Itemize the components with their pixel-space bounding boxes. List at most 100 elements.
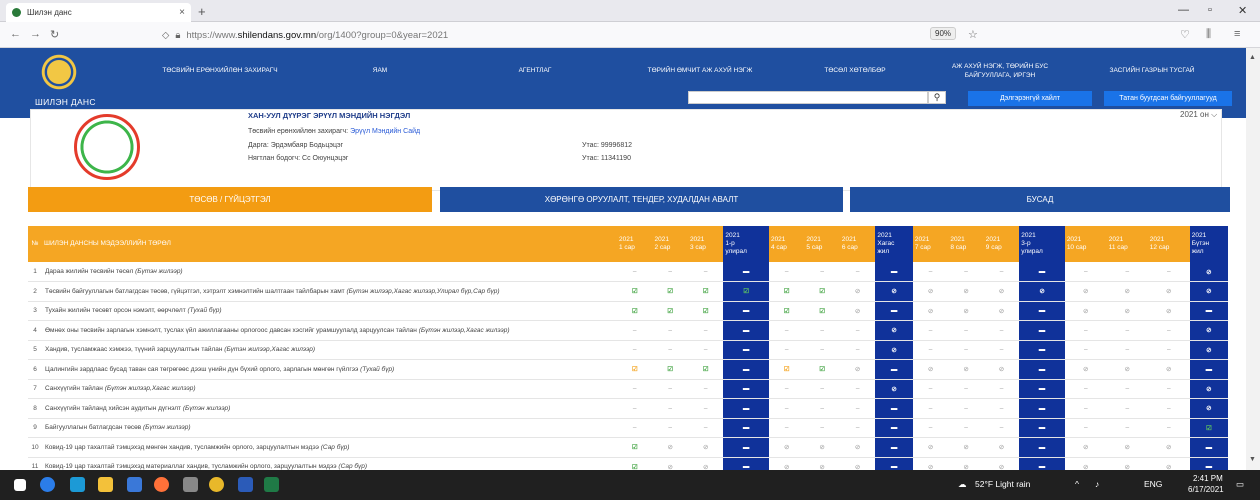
pending-icon[interactable]: ⊘	[963, 288, 968, 295]
status-cell[interactable]: –	[652, 379, 688, 399]
status-cell[interactable]: ⊘	[1064, 301, 1107, 321]
check-icon[interactable]: ☑	[819, 308, 825, 315]
tab-close-icon[interactable]: ×	[179, 7, 185, 18]
status-cell[interactable]: ▬	[875, 262, 913, 282]
status-cell[interactable]: –	[768, 379, 805, 399]
pending-icon[interactable]: ⊘	[855, 308, 860, 315]
dash-icon[interactable]: –	[820, 424, 824, 431]
status-cell[interactable]: ⊘	[875, 320, 913, 341]
status-cell[interactable]: –	[1064, 320, 1107, 341]
status-cell[interactable]: ▬	[875, 359, 913, 380]
dash-icon[interactable]: –	[633, 327, 637, 334]
dash-icon[interactable]: ▬	[743, 444, 750, 451]
liquidated-orgs-button[interactable]: Татан буугдсан байгууллагууд	[1104, 91, 1232, 106]
table-row[interactable]: 6 Цалингийн зардлаас бусад таван сая төгр…	[28, 359, 1228, 380]
dash-icon[interactable]: –	[633, 405, 637, 412]
dash-icon[interactable]: –	[964, 346, 968, 353]
status-cell[interactable]: ⊘	[1106, 281, 1148, 302]
dash-icon[interactable]: ▬	[1039, 405, 1046, 412]
dash-icon[interactable]: ▬	[1039, 366, 1046, 373]
status-cell[interactable]: –	[912, 320, 949, 341]
status-cell[interactable]: ☑	[804, 281, 840, 302]
search-input[interactable]	[688, 91, 928, 104]
pending-icon[interactable]: ⊘	[1039, 288, 1044, 295]
status-cell[interactable]: –	[652, 320, 688, 341]
pending-icon[interactable]: ⊘	[1083, 444, 1088, 451]
status-cell[interactable]: –	[768, 340, 805, 360]
status-cell[interactable]: ⊘	[1147, 359, 1190, 380]
dash-icon[interactable]: –	[1084, 268, 1088, 275]
chrome-icon[interactable]	[209, 477, 224, 492]
dash-icon[interactable]: –	[964, 424, 968, 431]
table-row[interactable]: 8 Санхүүгийн тайланд хийсэн аудитын дүгнэ…	[28, 398, 1228, 419]
dash-icon[interactable]: ▬	[1039, 327, 1046, 334]
pending-icon[interactable]: ⊘	[891, 288, 896, 295]
pending-icon[interactable]: ⊘	[999, 366, 1004, 373]
dash-icon[interactable]: ▬	[891, 268, 898, 275]
check-warning-icon[interactable]: ☑	[784, 366, 790, 373]
dash-icon[interactable]: –	[1000, 268, 1004, 275]
status-cell[interactable]: –	[768, 398, 805, 419]
status-cell[interactable]: ☑	[687, 301, 724, 321]
dash-icon[interactable]: –	[668, 385, 672, 392]
dash-icon[interactable]: ▬	[891, 405, 898, 412]
status-cell[interactable]: –	[687, 379, 724, 399]
status-cell[interactable]: ▬	[1189, 359, 1228, 380]
status-cell[interactable]: ▬	[875, 437, 913, 458]
status-cell[interactable]: ☑	[687, 281, 724, 302]
dash-icon[interactable]: –	[1084, 346, 1088, 353]
status-cell[interactable]: ☑	[617, 301, 653, 321]
status-cell[interactable]: ⊘	[983, 301, 1020, 321]
pending-icon[interactable]: ⊘	[999, 308, 1004, 315]
status-cell[interactable]: ▬	[1019, 418, 1065, 438]
dash-icon[interactable]: –	[856, 327, 860, 334]
scroll-up-icon[interactable]: ▲	[1249, 54, 1256, 61]
pending-icon[interactable]: ⊘	[963, 444, 968, 451]
dash-icon[interactable]: –	[704, 385, 708, 392]
dash-icon[interactable]: –	[856, 268, 860, 275]
status-cell[interactable]: –	[1064, 379, 1107, 399]
dash-icon[interactable]: –	[1000, 327, 1004, 334]
dash-icon[interactable]: –	[668, 268, 672, 275]
status-cell[interactable]: ▬	[1019, 359, 1065, 380]
dash-icon[interactable]: –	[1000, 385, 1004, 392]
status-cell[interactable]: ▬	[1019, 301, 1065, 321]
status-cell[interactable]: –	[804, 398, 840, 419]
dash-icon[interactable]: –	[668, 346, 672, 353]
status-cell[interactable]: ▬	[875, 301, 913, 321]
dash-icon[interactable]: –	[633, 385, 637, 392]
dash-icon[interactable]: –	[785, 424, 789, 431]
scroll-down-icon[interactable]: ▼	[1249, 456, 1256, 463]
dash-icon[interactable]: ▬	[1206, 444, 1213, 451]
status-cell[interactable]: ⊘	[1189, 398, 1228, 419]
row-title[interactable]: Санхүүгийн тайлан (Бүтэн жилээр,Хагас жи…	[42, 379, 617, 399]
pending-icon[interactable]: ⊘	[1206, 288, 1211, 295]
pending-icon[interactable]: ⊘	[1125, 288, 1130, 295]
status-cell[interactable]: ▬	[875, 418, 913, 438]
pending-icon[interactable]: ⊘	[891, 386, 896, 393]
status-cell[interactable]: ⊘	[875, 340, 913, 360]
status-cell[interactable]: ⊘	[983, 281, 1020, 302]
check-icon[interactable]: ☑	[819, 288, 825, 295]
status-cell[interactable]: ▬	[1019, 379, 1065, 399]
pending-icon[interactable]: ⊘	[963, 308, 968, 315]
row-title[interactable]: Санхүүгийн тайланд хийсэн аудитын дүгнэл…	[42, 398, 617, 419]
language-indicator[interactable]: ENG	[1144, 479, 1162, 489]
dash-icon[interactable]: –	[785, 346, 789, 353]
status-cell[interactable]: –	[1106, 398, 1148, 419]
dash-icon[interactable]: –	[668, 424, 672, 431]
status-cell[interactable]: ▬	[1189, 301, 1228, 321]
search-icon[interactable]: ⚲	[928, 91, 946, 104]
menu-agency[interactable]: АГЕНТЛАГ	[505, 66, 565, 75]
dash-icon[interactable]: ▬	[1039, 268, 1046, 275]
pending-icon[interactable]: ⊘	[1206, 386, 1211, 393]
row-title[interactable]: Өмнөх оны төсвийн зарлагын хэмнэлт, тусл…	[42, 320, 617, 341]
status-cell[interactable]: ⊘	[839, 301, 876, 321]
status-cell[interactable]: ▬	[723, 301, 769, 321]
status-cell[interactable]: –	[983, 418, 1020, 438]
status-cell[interactable]: ▬	[1019, 262, 1065, 282]
status-cell[interactable]: ☑	[1189, 418, 1228, 438]
word-icon[interactable]	[238, 477, 253, 492]
status-cell[interactable]: –	[687, 418, 724, 438]
status-cell[interactable]: –	[768, 320, 805, 341]
